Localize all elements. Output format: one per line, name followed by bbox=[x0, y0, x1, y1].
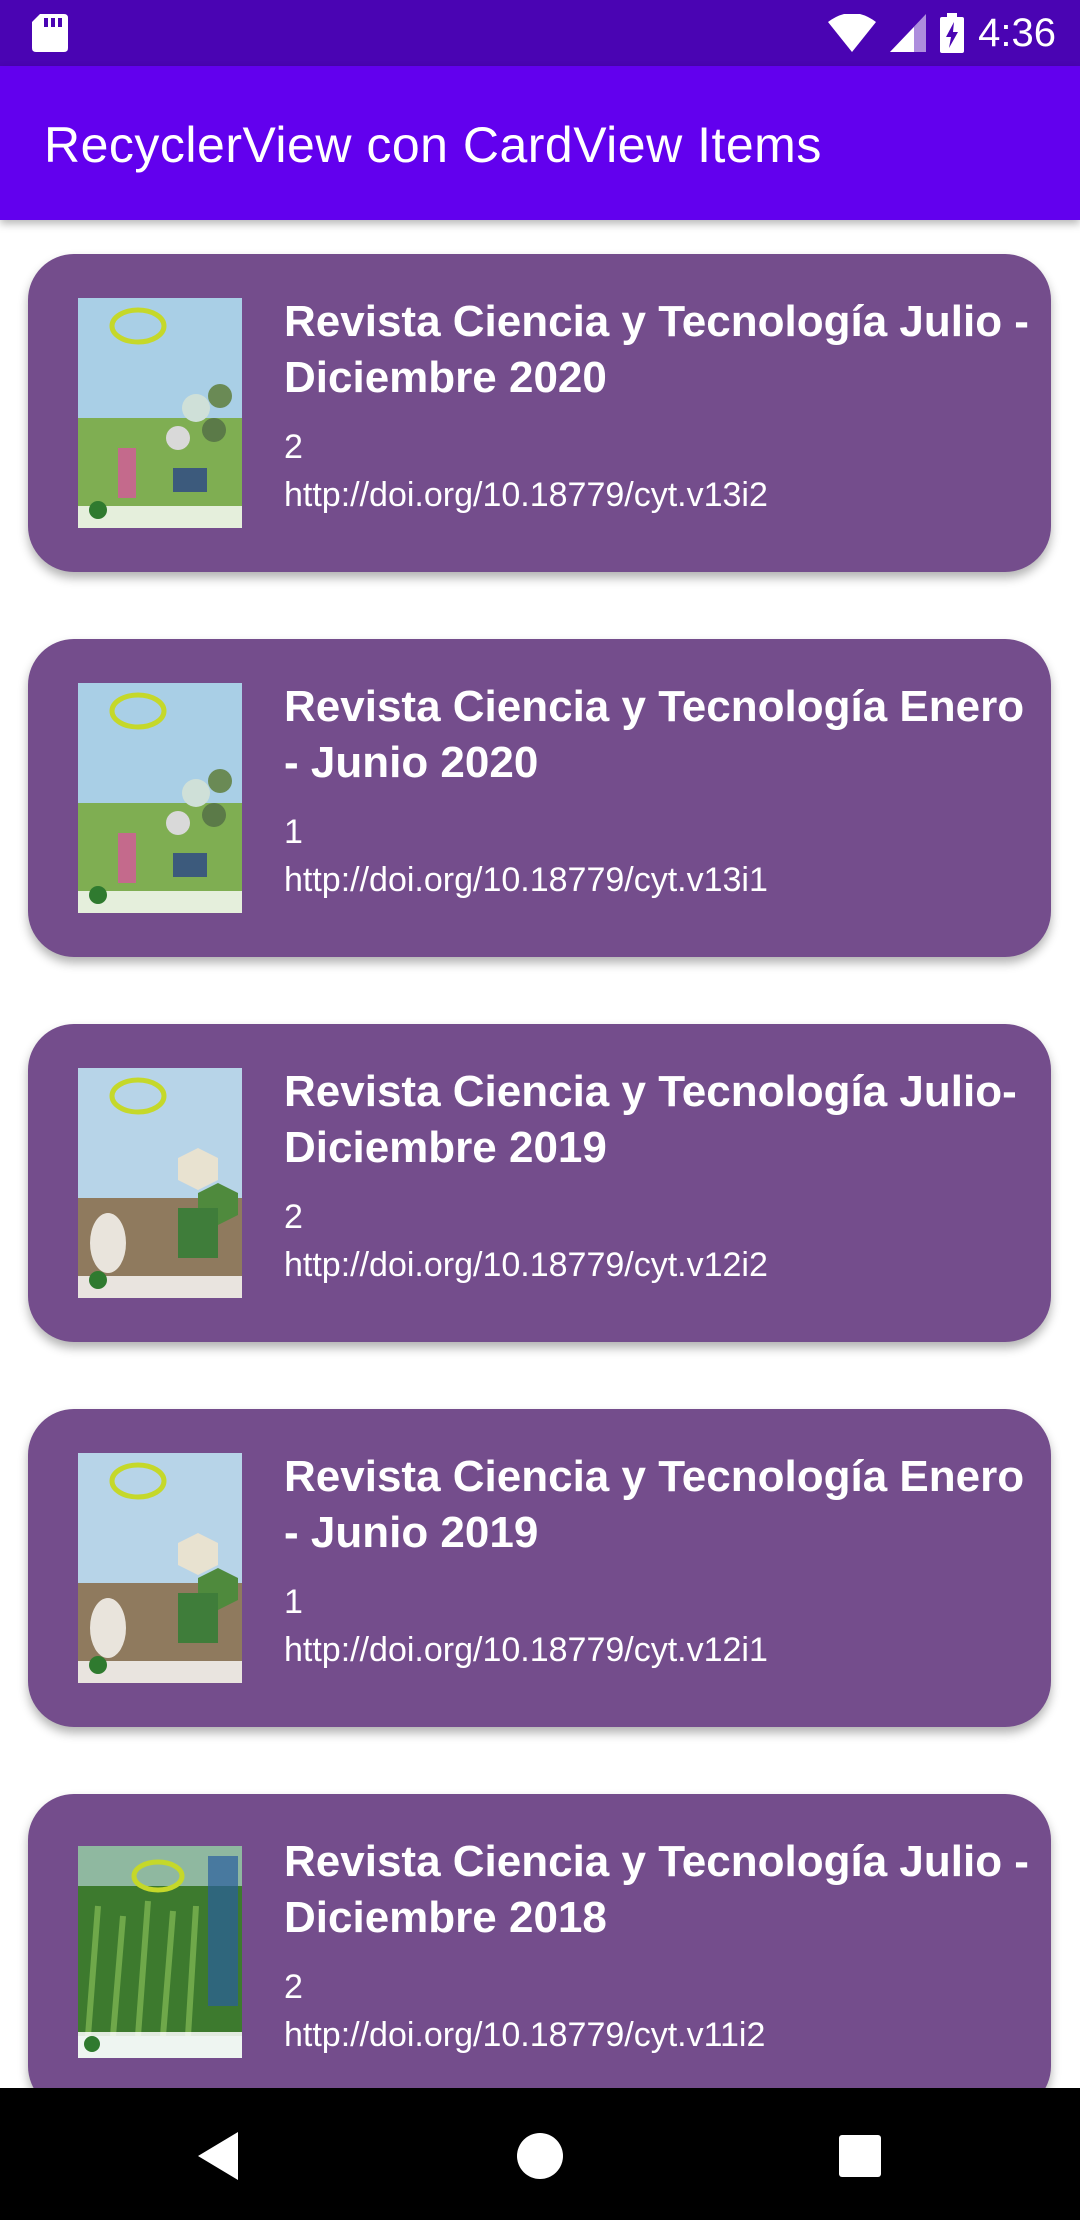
navigation-bar bbox=[0, 2088, 1080, 2220]
card-doi-link: http://doi.org/10.18779/cyt.v12i2 bbox=[284, 1246, 768, 1284]
magazine-cover-graphic bbox=[78, 1453, 242, 1683]
card-doi-link: http://doi.org/10.18779/cyt.v12i1 bbox=[284, 1631, 768, 1669]
magazine-cover-graphic bbox=[78, 683, 242, 913]
card-title: Revista Ciencia y Tecnología Julio- Dici… bbox=[284, 1067, 1017, 1172]
card-item[interactable]: Revista Ciencia y Tecnología Enero - Jun… bbox=[28, 1409, 1051, 1727]
recycler-list[interactable]: Revista Ciencia y Tecnología Julio - Dic… bbox=[0, 220, 1080, 2088]
app-title: RecyclerView con CardView Items bbox=[44, 117, 822, 173]
card-title: Revista Ciencia y Tecnología Julio - Dic… bbox=[284, 297, 1029, 402]
wifi-icon bbox=[828, 14, 877, 52]
recents-icon[interactable] bbox=[830, 2126, 890, 2186]
status-bar: 4:36 bbox=[0, 0, 1080, 66]
card-doi-link: http://doi.org/10.18779/cyt.v13i1 bbox=[284, 861, 768, 899]
card-number: 2 bbox=[284, 1968, 303, 2006]
cover-image bbox=[78, 298, 242, 528]
back-icon[interactable] bbox=[190, 2126, 250, 2186]
cover-image bbox=[78, 1453, 242, 1683]
card-title: Revista Ciencia y Tecnología Enero - Jun… bbox=[284, 682, 1025, 787]
card-number: 2 bbox=[284, 428, 303, 466]
card-doi-link: http://doi.org/10.18779/cyt.v11i2 bbox=[284, 2016, 766, 2054]
cover-image bbox=[78, 683, 242, 913]
card-item[interactable]: Revista Ciencia y Tecnología Julio - Dic… bbox=[28, 254, 1051, 572]
home-icon[interactable] bbox=[510, 2126, 570, 2186]
status-time: 4:36 bbox=[978, 10, 1056, 55]
card-item[interactable]: Revista Ciencia y Tecnología Enero - Jun… bbox=[28, 639, 1051, 957]
magazine-cover-graphic bbox=[78, 298, 242, 528]
app-bar: RecyclerView con CardView Items bbox=[0, 66, 1080, 220]
card-title: Revista Ciencia y Tecnología Enero - Jun… bbox=[284, 1452, 1025, 1557]
magazine-cover-graphic bbox=[78, 1846, 242, 2058]
magazine-cover-graphic bbox=[78, 1068, 242, 1298]
signal-icon bbox=[890, 14, 927, 52]
sd-card-icon bbox=[32, 14, 68, 52]
card-number: 2 bbox=[284, 1198, 303, 1236]
card-doi-link: http://doi.org/10.18779/cyt.v13i2 bbox=[284, 476, 768, 514]
card-item[interactable]: Revista Ciencia y Tecnología Julio - Dic… bbox=[28, 1794, 1051, 2088]
card-number: 1 bbox=[284, 813, 303, 851]
cover-image bbox=[78, 1846, 242, 2058]
card-item[interactable]: Revista Ciencia y Tecnología Julio- Dici… bbox=[28, 1024, 1051, 1342]
battery-charging-icon bbox=[940, 13, 965, 53]
card-title: Revista Ciencia y Tecnología Julio - Dic… bbox=[284, 1837, 1029, 1942]
cover-image bbox=[78, 1068, 242, 1298]
card-number: 1 bbox=[284, 1583, 303, 1621]
